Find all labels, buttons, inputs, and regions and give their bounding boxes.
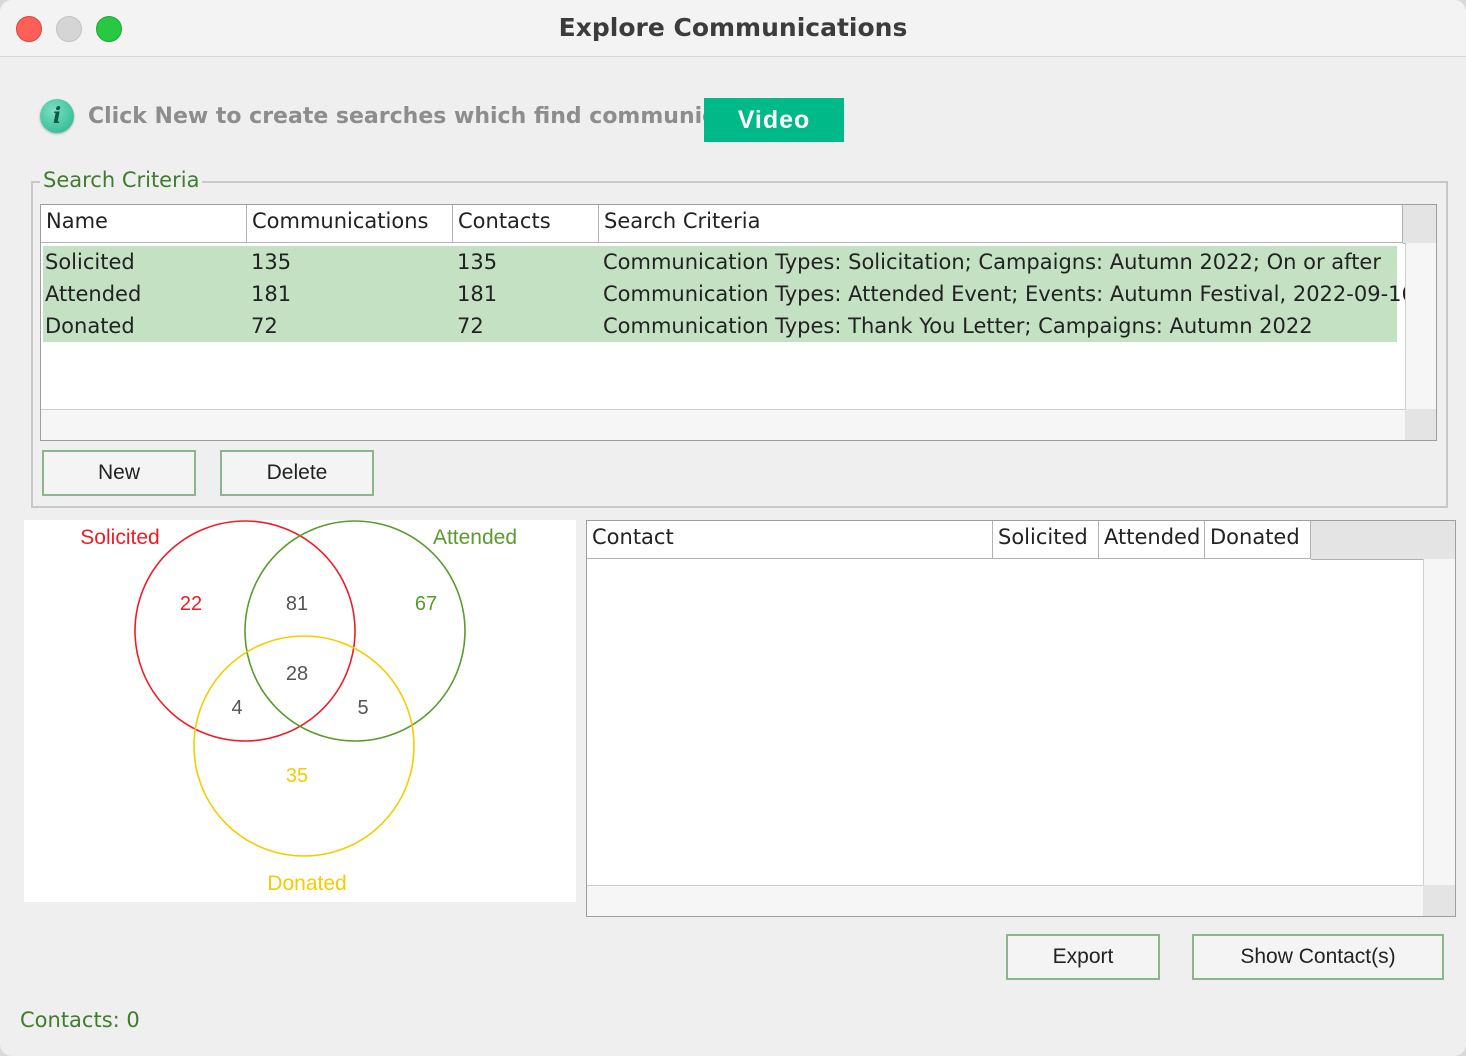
contacts-count-status: Contacts: 0 bbox=[20, 1008, 140, 1032]
venn-count-attended-only: 67 bbox=[415, 593, 437, 615]
column-header-solicited[interactable]: Solicited bbox=[993, 521, 1099, 559]
header-filler bbox=[1311, 521, 1455, 560]
header-filler bbox=[1403, 205, 1436, 244]
scrollbar-corner bbox=[1405, 409, 1436, 440]
cell-name: Attended bbox=[45, 282, 142, 306]
column-header-attended[interactable]: Attended bbox=[1099, 521, 1205, 559]
title-bar: Explore Communications bbox=[0, 0, 1466, 57]
venn-count-donated-only: 35 bbox=[286, 765, 308, 787]
cell-communications: 135 bbox=[251, 250, 292, 274]
cell-name: Donated bbox=[45, 314, 135, 338]
column-header-communications[interactable]: Communications bbox=[247, 205, 453, 243]
scrollbar-corner bbox=[1423, 885, 1455, 916]
cell-communications: 72 bbox=[251, 314, 278, 338]
venn-count-attended-donated: 5 bbox=[357, 697, 368, 719]
table-row[interactable]: Donated 72 72 Communication Types: Thank… bbox=[43, 310, 1397, 342]
venn-count-solicited-donated: 4 bbox=[231, 697, 242, 719]
column-header-contacts[interactable]: Contacts bbox=[453, 205, 599, 243]
search-criteria-table: Name Communications Contacts Search Crit… bbox=[40, 204, 1437, 441]
venn-count-all-three: 28 bbox=[286, 663, 308, 685]
video-button[interactable]: Video bbox=[704, 98, 844, 142]
venn-count-solicited-attended: 81 bbox=[286, 593, 308, 615]
delete-button[interactable]: Delete bbox=[220, 450, 374, 496]
cell-name: Solicited bbox=[45, 250, 135, 274]
venn-label-solicited: Solicited bbox=[80, 526, 159, 549]
horizontal-scrollbar[interactable] bbox=[41, 409, 1405, 440]
hint-text: Click New to create searches which find … bbox=[88, 104, 801, 129]
contacts-table: Contact Solicited Attended Donated bbox=[586, 520, 1456, 917]
column-header-name[interactable]: Name bbox=[41, 205, 247, 243]
column-header-donated[interactable]: Donated bbox=[1205, 521, 1311, 559]
cell-contacts: 72 bbox=[457, 314, 484, 338]
window-title: Explore Communications bbox=[558, 13, 908, 42]
column-header-contact[interactable]: Contact bbox=[587, 521, 993, 559]
table-row[interactable]: Attended 181 181 Communication Types: At… bbox=[43, 278, 1415, 310]
cell-criteria: Communication Types: Thank You Letter; C… bbox=[603, 314, 1313, 338]
search-criteria-legend: Search Criteria bbox=[40, 168, 203, 192]
venn-count-solicited-only: 22 bbox=[180, 593, 202, 615]
cell-communications: 181 bbox=[251, 282, 292, 306]
horizontal-scrollbar[interactable] bbox=[587, 885, 1423, 916]
venn-label-donated: Donated bbox=[267, 872, 346, 895]
venn-label-attended: Attended bbox=[433, 526, 517, 549]
show-contacts-button[interactable]: Show Contact(s) bbox=[1192, 934, 1444, 980]
cell-contacts: 181 bbox=[457, 282, 498, 306]
vertical-scrollbar[interactable] bbox=[1405, 243, 1436, 409]
info-icon: i bbox=[40, 99, 74, 133]
cell-contacts: 135 bbox=[457, 250, 498, 274]
new-button[interactable]: New bbox=[42, 450, 196, 496]
table-row[interactable]: Solicited 135 135 Communication Types: S… bbox=[43, 246, 1397, 278]
cell-criteria: Communication Types: Solicitation; Campa… bbox=[603, 250, 1381, 274]
export-button[interactable]: Export bbox=[1006, 934, 1160, 980]
venn-diagram: Solicited Attended Donated 22 81 67 28 4… bbox=[24, 520, 576, 902]
vertical-scrollbar[interactable] bbox=[1423, 559, 1455, 885]
explore-communications-window: Explore Communications i Click New to cr… bbox=[0, 0, 1466, 1056]
column-header-search-criteria[interactable]: Search Criteria bbox=[599, 205, 1403, 243]
cell-criteria: Communication Types: Attended Event; Eve… bbox=[603, 282, 1415, 306]
